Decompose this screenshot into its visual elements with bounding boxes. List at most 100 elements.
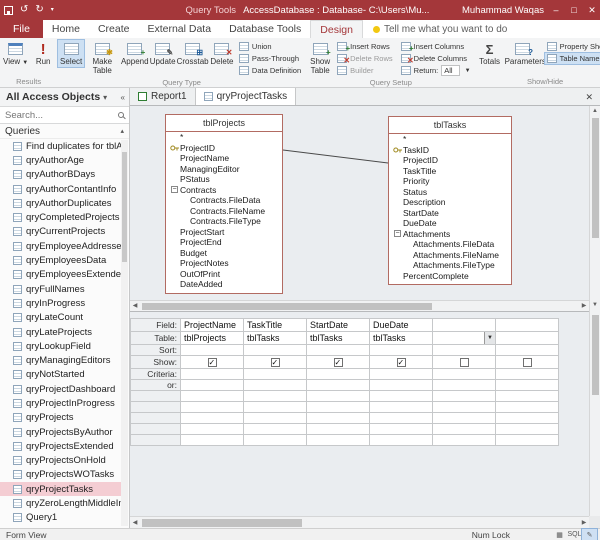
design-horizontal-scrollbar[interactable]: ◀ ▶ [130, 300, 589, 311]
field-row[interactable]: TaskTitle [389, 166, 511, 177]
grid-empty-cell[interactable] [307, 435, 370, 446]
field-row[interactable]: DueDate [389, 218, 511, 229]
nav-item-qrylateprojects[interactable]: qryLateProjects [0, 325, 128, 339]
grid-field-cell[interactable]: StartDate [307, 319, 370, 332]
grid-empty-cell[interactable] [496, 391, 559, 402]
insert-columns-button[interactable]: + Insert Columns [399, 41, 473, 52]
grid-empty-cell[interactable] [244, 435, 307, 446]
nav-item-qryemployeesextended[interactable]: qryEmployeesExtended [0, 268, 128, 282]
grid-sort-cell[interactable] [307, 345, 370, 356]
field-row[interactable]: Attachments.FileName [389, 250, 511, 261]
grid-sort-cell[interactable] [181, 345, 244, 356]
customize-quick-access-icon[interactable]: ▾ [51, 0, 54, 20]
close-tab-icon[interactable]: ✕ [578, 88, 600, 105]
nav-item-qrynotstarted[interactable]: qryNotStarted [0, 368, 128, 382]
grid-empty-cell[interactable] [181, 435, 244, 446]
grid-show-cell[interactable] [433, 356, 496, 369]
design-view-button[interactable]: ✎ [582, 529, 597, 540]
scroll-down-icon[interactable]: ▼ [590, 300, 600, 311]
grid-or-cell[interactable] [370, 380, 433, 391]
scrollbar-thumb[interactable] [142, 303, 432, 310]
nav-item-qryprojectswotasks[interactable]: qryProjectsWOTasks [0, 468, 128, 482]
grid-empty-cell[interactable] [433, 435, 496, 446]
nav-item-query1[interactable]: Query1 [0, 511, 128, 525]
grid-criteria-cell[interactable] [181, 369, 244, 380]
field-row[interactable]: * [166, 132, 282, 143]
grid-or-cell[interactable] [181, 380, 244, 391]
field-row[interactable]: −Contracts [166, 185, 282, 196]
field-row[interactable]: PercentComplete [389, 271, 511, 282]
tab-qryprojecttasks[interactable]: qryProjectTasks [196, 88, 297, 105]
nav-item-qrycurrentprojects[interactable]: qryCurrentProjects [0, 225, 128, 239]
field-row[interactable]: −Attachments [389, 229, 511, 240]
tab-external-data[interactable]: External Data [138, 20, 220, 38]
insert-rows-button[interactable]: + Insert Rows [335, 41, 395, 52]
table-names-button[interactable]: Table Names [545, 53, 600, 64]
tab-file[interactable]: File [0, 20, 43, 38]
nav-item-qryauthorduplicates[interactable]: qryAuthorDuplicates [0, 196, 128, 210]
grid-empty-cell[interactable] [496, 413, 559, 424]
field-list-tblTasks[interactable]: tblTasks*TaskIDProjectIDTaskTitlePriorit… [388, 116, 512, 285]
nav-item-qryinprogress[interactable]: qryInProgress [0, 296, 128, 310]
nav-item-qryprojectsbyauthor[interactable]: qryProjectsByAuthor [0, 425, 128, 439]
grid-empty-cell[interactable] [433, 391, 496, 402]
show-checkbox[interactable] [334, 358, 343, 367]
field-row[interactable]: ProjectID [389, 155, 511, 166]
nav-item-qryemployeesdata[interactable]: qryEmployeesData [0, 253, 128, 267]
combo-dropdown-icon[interactable]: ▼ [484, 332, 495, 344]
grid-table-cell[interactable]: tblProjects [181, 332, 244, 345]
grid-or-cell[interactable] [244, 380, 307, 391]
minimize-button[interactable]: – [550, 5, 562, 15]
undo-icon[interactable]: ↺ [20, 0, 28, 20]
field-row[interactable]: Contracts.FileType [166, 216, 282, 227]
grid-criteria-cell[interactable] [244, 369, 307, 380]
grid-empty-cell[interactable] [244, 402, 307, 413]
grid-empty-cell[interactable] [244, 424, 307, 435]
grid-empty-cell[interactable] [181, 402, 244, 413]
grid-or-cell[interactable] [496, 380, 559, 391]
builder-button[interactable]: Builder [335, 65, 395, 76]
grid-show-cell[interactable] [496, 356, 559, 369]
nav-item-qrycompletedprojects[interactable]: qryCompletedProjects [0, 210, 128, 224]
grid-field-cell[interactable]: DueDate [370, 319, 433, 332]
nav-item-qryauthorbdays[interactable]: qryAuthorBDays [0, 168, 128, 182]
crosstab-button[interactable]: ⊞ Crosstab [176, 40, 209, 67]
field-row[interactable]: ProjectStart [166, 227, 282, 238]
nav-scrollbar[interactable] [121, 140, 128, 526]
tab-design[interactable]: Design [310, 20, 363, 38]
grid-empty-cell[interactable] [244, 413, 307, 424]
redo-icon[interactable]: ↻ [35, 0, 43, 20]
nav-item-qryprojects[interactable]: qryProjects [0, 411, 128, 425]
grid-criteria-cell[interactable] [496, 369, 559, 380]
grid-or-cell[interactable] [307, 380, 370, 391]
grid-field-cell[interactable]: ProjectName [181, 319, 244, 332]
grid-sort-cell[interactable] [244, 345, 307, 356]
grid-empty-cell[interactable] [181, 413, 244, 424]
field-row[interactable]: TaskID [389, 145, 511, 156]
grid-sort-cell[interactable] [370, 345, 433, 356]
field-row[interactable]: Contracts.FileData [166, 195, 282, 206]
union-button[interactable]: Union [237, 41, 303, 52]
show-table-button[interactable]: + Show Table [307, 40, 333, 76]
grid-field-cell[interactable]: TaskTitle [244, 319, 307, 332]
nav-item-qrymanagingeditors[interactable]: qryManagingEditors [0, 353, 128, 367]
nav-item-qryfullnames[interactable]: qryFullNames [0, 282, 128, 296]
grid-table-cell[interactable]: tblTasks [244, 332, 307, 345]
delete-rows-button[interactable]: ✕ Delete Rows [335, 53, 395, 64]
grid-empty-cell[interactable] [433, 424, 496, 435]
scrollbar-thumb[interactable] [592, 315, 599, 395]
shutter-bar-icon[interactable]: « [121, 93, 125, 102]
grid-show-cell[interactable] [181, 356, 244, 369]
scrollbar-thumb[interactable] [592, 118, 599, 238]
grid-criteria-cell[interactable] [370, 369, 433, 380]
grid-field-cell[interactable] [496, 319, 559, 332]
field-row[interactable]: Contracts.FileName [166, 206, 282, 217]
totals-button[interactable]: Σ Totals [477, 40, 503, 67]
grid-empty-cell[interactable] [370, 424, 433, 435]
grid-empty-cell[interactable] [433, 413, 496, 424]
nav-item-qryprojecttasks[interactable]: qryProjectTasks [0, 482, 128, 496]
show-checkbox[interactable] [208, 358, 217, 367]
run-button[interactable]: ! Run [30, 40, 56, 67]
field-row[interactable]: Description [389, 197, 511, 208]
grid-empty-cell[interactable] [370, 391, 433, 402]
